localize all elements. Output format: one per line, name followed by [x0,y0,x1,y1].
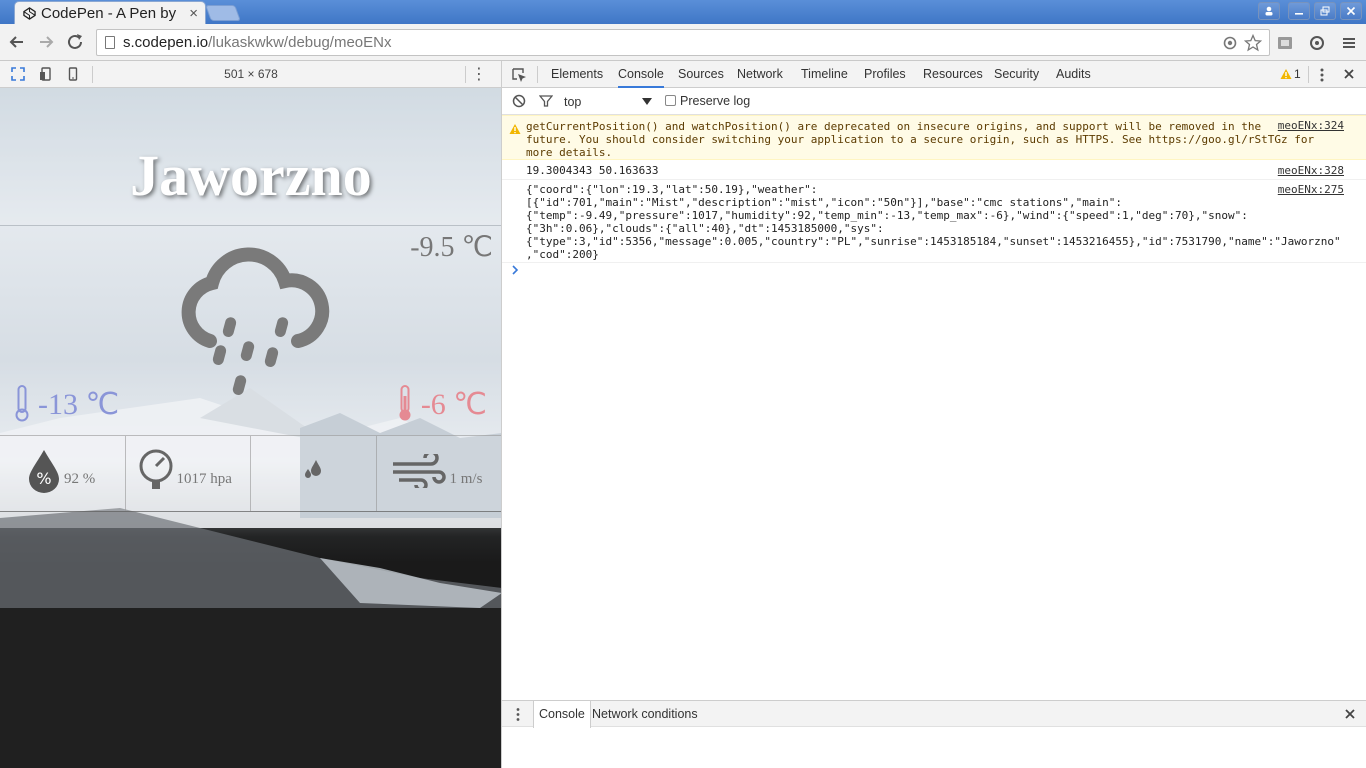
humidity-drop-icon: % [29,450,59,493]
profile-button[interactable] [1258,2,1280,20]
context-value: top [564,94,582,109]
restore-button[interactable] [1314,2,1336,20]
console-log: {"coord":{"lon":19.3,"lat":50.19},"weath… [502,181,1366,263]
current-temperature: -9.5 ℃ [410,232,493,263]
log-source-link[interactable]: meoENx:275 [1278,183,1344,196]
thermometer-cold-icon [15,385,29,422]
back-icon[interactable] [6,31,28,53]
forward-icon[interactable] [35,31,57,53]
close-icon [1346,6,1356,16]
tab-security[interactable]: Security [994,61,1039,88]
weather-app: Jaworzno -9.5 ℃ -13 ℃ -6 ℃ % 92 % 1017 h… [0,88,502,768]
device-toolbar: 501 × 678 ⋮ [0,61,502,88]
pressure-gauge-icon [139,449,172,489]
separator [465,66,466,83]
precipitation-stat [251,436,377,511]
warning-counter[interactable]: 1 [1280,67,1301,81]
warning-icon [1280,69,1292,79]
url-host: s.codepen.io [123,34,209,51]
window-titlebar: CodePen - A Pen by × [0,0,1366,24]
clear-console-icon[interactable] [512,94,526,108]
location-icon[interactable] [1221,34,1239,52]
minimize-button[interactable] [1288,2,1310,20]
bookmark-star-icon[interactable] [1244,34,1262,52]
viewport-dimensions: 501 × 678 [224,67,278,81]
drawer-tab-network-conditions[interactable]: Network conditions [592,701,698,728]
console-prompt-icon[interactable] [511,265,519,275]
devtools-panel: Elements Console Sources Network Timelin… [502,61,1366,768]
weather-stats: % 92 % 1017 hpa 1 m/s [0,435,502,512]
console-warning: getCurrentPosition() and watchPosition()… [502,115,1366,160]
separator [537,66,538,83]
warning-count: 1 [1294,67,1301,81]
devtools-drawer: Console Network conditions [502,700,1366,728]
wind-icon [392,454,446,488]
thermometer-hot-icon [399,385,411,421]
sync-extension-icon[interactable] [1308,34,1326,52]
drawer-tab-console[interactable]: Console [533,701,591,728]
pressure-value: 1017 hpa [176,471,232,487]
url-path: /lukaskwkw/debug/meoENx [208,34,392,51]
tab-profiles[interactable]: Profiles [864,61,906,88]
log-text: 19.3004343 50.163633 [526,164,659,177]
close-devtools-icon[interactable] [1343,68,1355,80]
browser-tab[interactable]: CodePen - A Pen by × [14,1,206,24]
page-icon [105,36,115,49]
tab-title: CodePen - A Pen by [41,4,177,22]
console-log: 19.3004343 50.163633 meoENx:328 [502,161,1366,180]
device-menu-icon[interactable]: ⋮ [471,64,487,84]
devtools-tabbar: Elements Console Sources Network Timelin… [502,61,1366,88]
codepen-icon [23,6,36,20]
tab-resources[interactable]: Resources [923,61,983,88]
minimize-icon [1295,13,1303,15]
warning-text: getCurrentPosition() and watchPosition()… [526,120,1315,159]
tab-elements[interactable]: Elements [551,61,603,88]
warning-icon [509,124,521,134]
humidity-value: 92 % [64,471,96,487]
max-temperature-value: -6 ℃ [420,388,487,421]
log-text: {"coord":{"lon":19.3,"lat":50.19},"weath… [526,183,1341,261]
restore-icon [1320,6,1330,16]
preserve-log-checkbox[interactable] [665,95,676,106]
wind-value: 1 m/s [449,471,483,487]
dropdown-arrow-icon [642,97,652,105]
min-temperature: -13 ℃ [12,384,119,422]
max-temperature: -6 ℃ [395,384,487,422]
min-temperature-value: -13 ℃ [38,388,120,421]
person-icon [1265,6,1273,16]
tab-close-icon[interactable]: × [189,5,198,22]
warning-source-link[interactable]: meoENx:324 [1278,119,1344,132]
filter-icon[interactable] [539,94,553,108]
close-drawer-icon[interactable] [1344,708,1356,720]
tab-timeline[interactable]: Timeline [801,61,848,88]
pressure-stat: 1017 hpa [126,436,251,511]
drawer-menu-icon[interactable] [514,707,522,722]
tab-console[interactable]: Console [618,61,664,88]
context-select[interactable]: top [564,93,652,110]
address-bar[interactable]: s.codepen.io/lukaskwkw/debug/meoENx [96,29,1270,56]
raindrops-icon [305,460,321,478]
reload-icon[interactable] [64,31,86,53]
svg-text:%: % [36,469,51,488]
console-toolbar: top Preserve log [502,88,1366,115]
preserve-log-label: Preserve log [680,94,751,108]
browser-toolbar: s.codepen.io/lukaskwkw/debug/meoENx [0,24,1366,61]
city-name: Jaworzno [130,143,372,208]
separator [1308,66,1309,83]
extension-icon[interactable] [1276,34,1294,52]
tab-network[interactable]: Network [737,61,783,88]
new-tab-button[interactable] [205,5,241,21]
devtools-menu-icon[interactable] [1317,67,1327,83]
close-window-button[interactable] [1340,2,1362,20]
wind-stat: 1 m/s [377,436,502,511]
humidity-stat: % 92 % [0,436,126,511]
tab-sources[interactable]: Sources [678,61,724,88]
tab-audits[interactable]: Audits [1056,61,1091,88]
log-source-link[interactable]: meoENx:328 [1278,164,1344,177]
rain-cloud-icon [181,247,330,395]
chrome-menu-icon[interactable] [1340,34,1358,52]
inspect-element-icon[interactable] [511,67,527,83]
